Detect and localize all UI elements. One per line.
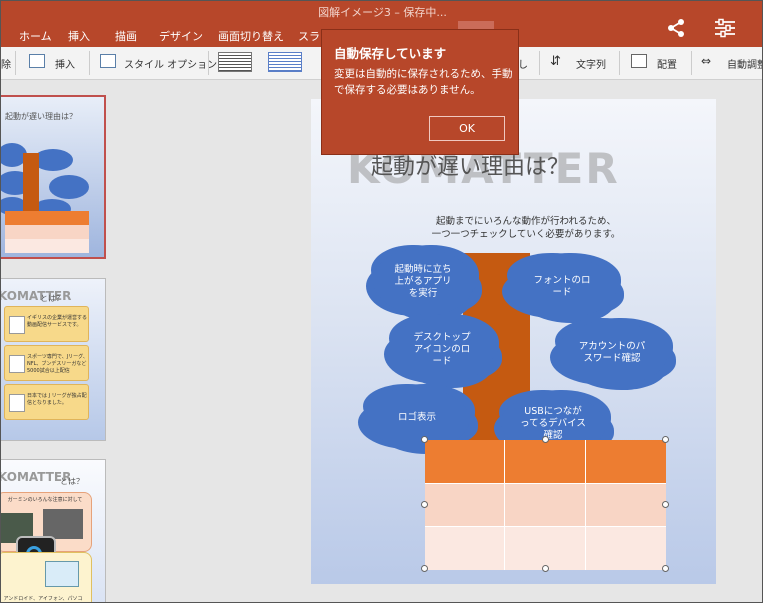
table-cell[interactable]	[425, 484, 505, 527]
cloud-label: フォントのロード	[533, 275, 591, 298]
table-cell[interactable]	[505, 527, 586, 570]
thumbnail-row-text: 日本では J リーグが独占配信となりました。	[27, 393, 87, 406]
table-row[interactable]	[425, 483, 666, 527]
device-image	[43, 509, 83, 539]
thumbnail-row: 日本では J リーグが独占配信となりました。	[4, 384, 89, 420]
tab-insert[interactable]: 挿入	[68, 28, 90, 44]
cloud-shape-startup-apps[interactable]: 起動時に立ち上がるアプリを実行	[373, 249, 473, 315]
person-image	[9, 316, 25, 334]
thumbnail-trunk	[23, 153, 39, 213]
thumbnail-table-header	[5, 211, 89, 225]
insert-table-icon	[29, 54, 45, 68]
cloud-label: デスクトップアイコンのロード	[413, 332, 471, 367]
thumbnail-row-text: イギリスの企業が運営する動画配信サービスです。	[27, 315, 88, 328]
resize-handle[interactable]	[542, 565, 549, 572]
slide-thumbnail-3[interactable]: KOMATTER とは？ ガーミンのいろんな注意に対して アンドロイド、アイフォ…	[1, 459, 106, 602]
toolbar-divider	[691, 51, 692, 75]
ok-button[interactable]: OK	[429, 116, 505, 141]
table-header-row[interactable]	[425, 440, 666, 483]
person-image	[9, 355, 25, 373]
style-options-button[interactable]: スタイル オプション	[124, 56, 217, 71]
thumbnail-table-row	[5, 225, 89, 239]
tab-design[interactable]: デザイン	[159, 28, 203, 44]
arrange-button[interactable]: 配置	[657, 56, 677, 71]
tab-transitions[interactable]: 画面切り替え	[218, 28, 284, 44]
notification-title: 自動保存しています	[334, 46, 447, 61]
thumbnail-cloud	[49, 175, 89, 199]
table-row[interactable]	[425, 526, 666, 570]
thumbnail-title: とは？	[40, 294, 64, 303]
resize-handle[interactable]	[421, 436, 428, 443]
resize-handle[interactable]	[662, 565, 669, 572]
slide-subtitle[interactable]: 起動までにいろんな動作が行われるため、 一つ一つチェックしていく必要があります。	[371, 215, 681, 241]
tab-home[interactable]: ホーム	[19, 28, 52, 44]
cloud-shape-password[interactable]: アカウントのパスワード確認	[557, 322, 667, 384]
autofit-button[interactable]: 自動調整	[727, 56, 762, 71]
share-icon[interactable]	[666, 18, 686, 43]
thumbnail-title: 起動が遅い理由は？	[5, 112, 77, 121]
arrange-icon	[631, 54, 647, 68]
notification-message: 変更は自動的に保存されるため、手動で保存する必要はありません。	[334, 68, 513, 96]
app-window: 図解イメージ3 – 保存中... ホーム 挿入 描画 デザイン 画面切り替え ス…	[0, 0, 763, 603]
thumbnail-box: アンドロイド、アイフォン、パソコンで利用可能	[1, 552, 92, 602]
cloud-shape-desktop-icons[interactable]: デスクトップアイコンのロード	[391, 318, 493, 382]
table-cell[interactable]	[425, 440, 505, 483]
resize-handle[interactable]	[421, 501, 428, 508]
thumbnail-row: イギリスの企業が運営する動画配信サービスです。	[4, 306, 89, 342]
autosave-notification: 自動保存しています 変更は自動的に保存されるため、手動で保存する必要はありません…	[321, 29, 519, 155]
table-style-options-icon	[100, 54, 116, 68]
tab-draw[interactable]: 描画	[115, 28, 137, 44]
insert-button[interactable]: 挿入	[55, 56, 75, 71]
table-style-gallery-item-blue[interactable]	[268, 52, 302, 72]
thumbnail-box-text: ガーミンのいろんな注意に対して	[7, 497, 83, 503]
settings-sliders-icon[interactable]	[714, 18, 736, 43]
subtitle-line: 一つ一つチェックしていく必要があります。	[431, 229, 621, 240]
autofit-icon: ⇔	[701, 54, 712, 68]
slide-thumbnail-1[interactable]: 起動が遅い理由は？	[1, 95, 106, 259]
thumbnail-cloud	[33, 149, 73, 171]
table-cell[interactable]	[505, 440, 586, 483]
cloud-label: ロゴ表示	[397, 412, 436, 423]
table-cell[interactable]	[505, 484, 586, 527]
cloud-label: USBにつながってるデバイス確認	[520, 406, 586, 441]
cloud-label: アカウントのパスワード確認	[578, 341, 646, 364]
subtitle-line: 起動までにいろんな動作が行われるため、	[435, 216, 617, 227]
resize-handle[interactable]	[662, 501, 669, 508]
toolbar-divider	[539, 51, 540, 75]
table-cell[interactable]	[425, 527, 505, 570]
table-style-gallery-item-gray[interactable]	[218, 52, 252, 72]
toolbar-item-partial[interactable]: し	[518, 56, 528, 71]
toolbar-divider	[15, 51, 16, 75]
thumbnail-box-text: アンドロイド、アイフォン、パソコンで利用可能	[3, 596, 83, 602]
cloud-shape-logo-display[interactable]: ロゴ表示	[365, 388, 469, 448]
cloud-label: 起動時に立ち上がるアプリを実行	[394, 264, 452, 299]
toolbar-divider	[619, 51, 620, 75]
thumbnail-table-row	[5, 239, 89, 253]
window-title: 図解イメージ3 – 保存中...	[318, 6, 447, 19]
toolbar-divider	[208, 51, 209, 75]
slide-thumbnail-2[interactable]: KOMATTER とは？ イギリスの企業が運営する動画配信サービスです。 スポー…	[1, 278, 106, 441]
selected-table[interactable]	[421, 436, 669, 572]
person-image	[9, 394, 25, 412]
resize-handle[interactable]	[421, 565, 428, 572]
table-cell[interactable]	[586, 527, 666, 570]
resize-handle[interactable]	[662, 436, 669, 443]
slide-canvas[interactable]: KOMATTER 起動が遅い理由は？ 起動までにいろんな動作が行われるため、 一…	[311, 99, 716, 584]
screenshot-image	[45, 561, 79, 587]
thumbnail-row-text: スポーツ専門で、Jリーグ、NFL、ブンデスリーガなど5000試合以上配信	[27, 354, 88, 374]
thumbnail-row: スポーツ専門で、Jリーグ、NFL、ブンデスリーガなど5000試合以上配信	[4, 345, 89, 381]
text-direction-button[interactable]: 文字列	[576, 56, 606, 71]
text-direction-icon: ⇵	[550, 54, 561, 69]
thumbnail-title: とは？	[60, 477, 84, 486]
table-cell[interactable]	[586, 484, 666, 527]
toolbar-divider	[89, 51, 90, 75]
resize-handle[interactable]	[542, 436, 549, 443]
delete-button-partial[interactable]: 除	[1, 56, 11, 71]
table-cell[interactable]	[586, 440, 666, 483]
